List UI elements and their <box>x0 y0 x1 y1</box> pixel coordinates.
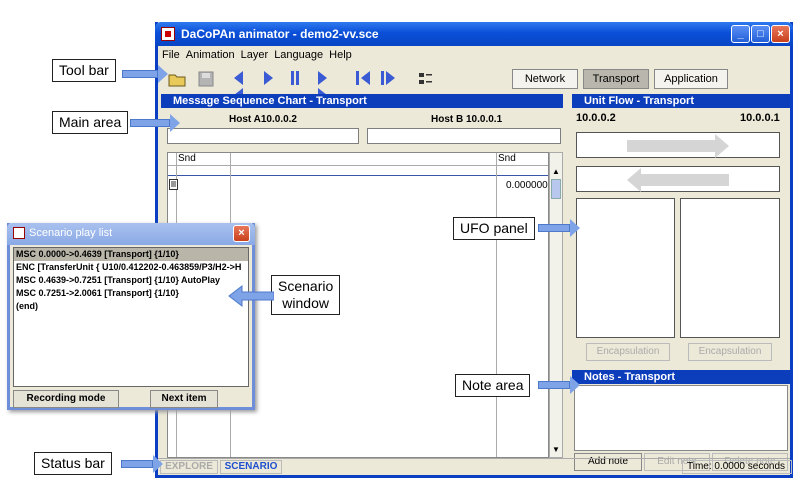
tool-bar: Network Transport Application <box>158 64 790 102</box>
column-left-label: Snd <box>178 153 196 164</box>
maximize-button[interactable]: □ <box>751 25 770 43</box>
minimize-button[interactable]: _ <box>731 25 750 43</box>
ufo-right-stack[interactable] <box>680 198 780 338</box>
ufo-left-stack[interactable] <box>576 198 675 338</box>
time-value: 0.000000 <box>506 180 548 191</box>
scenario-list[interactable]: MSC 0.0000->0.4639 [Transport] {1/10} EN… <box>13 247 249 387</box>
play-icon[interactable] <box>264 71 280 87</box>
left-arrow-icon <box>627 168 729 192</box>
open-folder-icon[interactable] <box>168 71 186 87</box>
msc-column-header: Snd Snd <box>168 153 548 166</box>
host-b-field[interactable] <box>367 128 561 144</box>
transport-view-button[interactable]: Transport <box>583 69 649 89</box>
title-bar[interactable]: DaCoPAn animator - demo2-vv.sce _ □ × <box>155 22 793 46</box>
callout-ufo-panel: UFO panel <box>453 217 535 240</box>
right-arrow-icon <box>627 134 729 158</box>
rewind-icon[interactable] <box>234 71 250 102</box>
callout-main-area: Main area <box>52 111 129 134</box>
close-button[interactable]: × <box>771 25 790 43</box>
callout-left-arrow-icon <box>228 285 274 307</box>
menu-file[interactable]: File <box>158 46 182 61</box>
scenario-item[interactable]: MSC 0.0000->0.4639 [Transport] {1/10} <box>14 248 248 261</box>
host-a-label: Host A10.0.0.2 <box>229 114 297 125</box>
menu-bar: File Animation Layer Language Help <box>158 46 790 64</box>
fast-forward-icon[interactable] <box>318 71 334 102</box>
explore-mode[interactable]: EXPLORE <box>160 460 218 474</box>
notes-header: Notes - Transport <box>572 370 790 384</box>
ufo-backward-lane[interactable] <box>576 166 780 192</box>
scroll-down-arrow-icon[interactable]: ▼ <box>551 445 561 455</box>
menu-help[interactable]: Help <box>325 46 354 61</box>
callout-tool-bar: Tool bar <box>52 59 116 82</box>
scenario-item[interactable]: MSC 0.7251->2.0061 [Transport] {1/10} <box>14 287 248 300</box>
msc-spacer <box>168 166 548 176</box>
callout-arrow-icon <box>130 114 180 132</box>
scenario-title-bar[interactable]: Scenario play list × <box>7 223 255 245</box>
ufo-right-address: 10.0.0.1 <box>740 112 780 124</box>
app-icon <box>161 27 175 41</box>
host-b-label: Host B 10.0.0.1 <box>431 114 503 125</box>
settings-list-icon[interactable] <box>418 71 434 87</box>
column-right-label: Snd <box>498 153 516 164</box>
network-view-button[interactable]: Network <box>512 69 578 89</box>
next-item-button[interactable]: Next item <box>150 390 218 408</box>
menu-layer[interactable]: Layer <box>237 46 271 61</box>
callout-arrow-icon <box>121 455 163 473</box>
scenario-window: Scenario play list × MSC 0.0000->0.4639 … <box>7 223 255 410</box>
callout-scenario-window: Scenario window <box>271 275 341 315</box>
application-view-button[interactable]: Application <box>654 69 728 89</box>
scenario-item[interactable]: (end) <box>14 300 248 313</box>
msc-header: Message Sequence Chart - Transport <box>161 94 563 108</box>
menu-animation[interactable]: Animation <box>182 46 237 61</box>
callout-arrow-icon <box>122 65 168 83</box>
document-icon[interactable] <box>169 179 178 193</box>
recording-mode-button[interactable]: Recording mode <box>13 390 119 408</box>
note-area[interactable] <box>574 385 788 451</box>
status-bar: EXPLORE SCENARIO Time: 0.0000 seconds <box>158 458 792 475</box>
callout-scenario-line2: window <box>282 295 329 311</box>
callout-status-bar: Status bar <box>34 452 112 475</box>
ufo-forward-lane[interactable] <box>576 132 780 158</box>
menu-language[interactable]: Language <box>270 46 325 61</box>
callout-note-area: Note area <box>455 374 531 397</box>
window-title: DaCoPAn animator - demo2-vv.sce <box>181 27 379 41</box>
scenario-item[interactable]: MSC 0.4639->0.7251 [Transport] {1/10} Au… <box>14 274 248 287</box>
scenario-item[interactable]: ENC [TransferUnit { U10/0.412202-0.46385… <box>14 261 248 274</box>
scroll-thumb[interactable] <box>551 179 561 199</box>
time-display: Time: 0.0000 seconds <box>682 460 792 474</box>
scenario-app-icon <box>13 227 25 239</box>
step-forward-icon[interactable] <box>381 71 397 87</box>
msc-scrollbar[interactable]: ▲ ▼ <box>549 152 563 458</box>
lifeline-right <box>496 153 497 457</box>
step-back-icon[interactable] <box>356 71 372 87</box>
scenario-close-button[interactable]: × <box>233 225 250 242</box>
scenario-mode[interactable]: SCENARIO <box>220 460 282 474</box>
callout-arrow-icon <box>538 376 580 394</box>
ufo-left-address: 10.0.0.2 <box>576 112 616 124</box>
encapsulation-left-button[interactable]: Encapsulation <box>586 343 670 361</box>
callout-arrow-icon <box>538 219 580 237</box>
scenario-title: Scenario play list <box>29 227 113 239</box>
host-a-field[interactable] <box>167 128 359 144</box>
scroll-up-arrow-icon[interactable]: ▲ <box>551 167 561 177</box>
callout-scenario-line1: Scenario <box>278 278 334 294</box>
save-disk-icon[interactable] <box>198 71 214 87</box>
ufo-panel: Unit Flow - Transport 10.0.0.2 10.0.0.1 … <box>572 94 790 471</box>
pause-icon[interactable] <box>291 71 307 87</box>
encapsulation-right-button[interactable]: Encapsulation <box>688 343 772 361</box>
ufo-header: Unit Flow - Transport <box>572 94 790 108</box>
